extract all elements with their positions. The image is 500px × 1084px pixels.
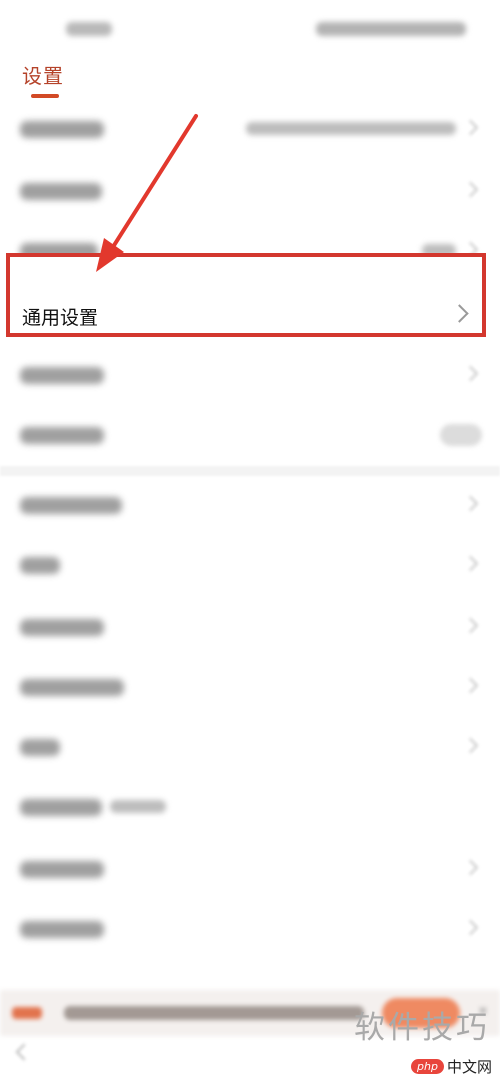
general-settings-label: 通用设置 (22, 307, 99, 329)
chevron-right-icon (462, 365, 479, 382)
chevron-right-icon (462, 737, 479, 754)
banner-text-blurred (64, 1006, 364, 1020)
watermark-site-text: 中文网 (446, 1058, 492, 1076)
settings-row-12[interactable] (0, 776, 500, 838)
chevron-right-icon (462, 617, 479, 634)
blurred-label (20, 799, 102, 816)
status-icons-blurred (316, 22, 466, 36)
settings-row-13[interactable] (0, 838, 500, 900)
chevron-right-icon (462, 495, 479, 512)
blurred-label (20, 497, 122, 514)
settings-row-5[interactable] (0, 344, 500, 406)
chevron-right-icon (462, 181, 479, 198)
php-logo-badge: php (411, 1059, 444, 1074)
settings-row-7[interactable] (0, 474, 500, 536)
watermark-site-logo: php 中文网 (411, 1056, 492, 1077)
page-title: 设置 (22, 64, 64, 88)
banner-tag (12, 1007, 42, 1019)
blurred-label (20, 861, 104, 878)
blurred-label (20, 183, 102, 200)
chevron-right-icon (462, 119, 479, 136)
chevron-right-icon (462, 859, 479, 876)
blurred-label (20, 427, 104, 444)
status-bar (0, 0, 500, 58)
settings-row-general[interactable]: 通用设置 (6, 253, 486, 337)
blurred-value (246, 122, 456, 135)
blurred-label (20, 557, 60, 574)
settings-row-9[interactable] (0, 596, 500, 658)
blurred-label (20, 121, 104, 138)
chevron-right-icon (462, 555, 479, 572)
status-time-blurred (66, 22, 112, 36)
settings-row-10[interactable] (0, 656, 500, 718)
settings-row-6[interactable] (0, 404, 500, 466)
chevron-right-icon (462, 919, 479, 936)
blurred-label (20, 619, 104, 636)
toggle-switch[interactable] (440, 424, 482, 446)
back-icon[interactable] (15, 1043, 33, 1061)
settings-row-11[interactable] (0, 716, 500, 778)
blurred-label (20, 921, 104, 938)
chevron-right-icon (462, 677, 479, 694)
blurred-label (20, 739, 60, 756)
watermark-text: 软件技巧 (354, 1010, 490, 1046)
settings-row-1[interactable] (0, 98, 500, 160)
blurred-label (20, 367, 104, 384)
settings-row-2[interactable] (0, 160, 500, 222)
settings-row-14[interactable] (0, 898, 500, 960)
settings-row-8[interactable] (0, 534, 500, 596)
blurred-label (20, 679, 124, 696)
blurred-version (110, 800, 166, 813)
chevron-right-icon (450, 304, 469, 323)
